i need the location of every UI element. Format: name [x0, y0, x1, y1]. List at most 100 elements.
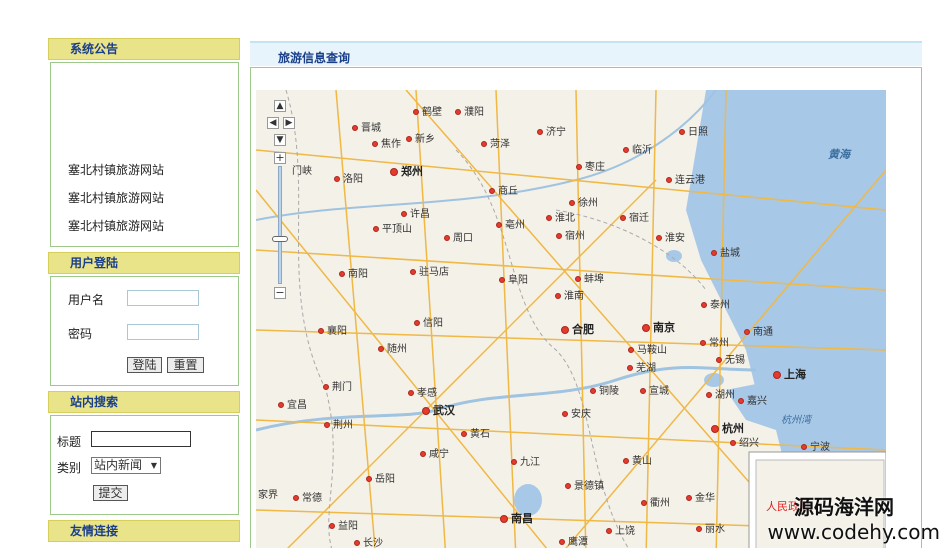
city-label: 菏泽: [481, 135, 510, 150]
city-label: 焦作: [372, 135, 401, 150]
city-label: 晋城: [352, 119, 381, 134]
submit-button[interactable]: 提交: [93, 485, 128, 501]
pan-left-icon[interactable]: ◀: [267, 117, 279, 129]
city-label: 常德: [293, 489, 322, 504]
city-label: 蚌埠: [575, 270, 604, 285]
watermark-line1: 源码海洋网: [794, 495, 894, 519]
watermark-line2: www.codehy.com: [767, 520, 940, 544]
city-label: 岳阳: [366, 470, 395, 485]
username-input[interactable]: [127, 290, 199, 306]
city-label: 武汉: [422, 402, 455, 418]
map-view[interactable]: 鹤壁 濮阳 晋城 新乡 焦作 菏泽 济宁 日照 门峡 洛阳 郑州 枣庄 临沂 商…: [256, 90, 886, 548]
search-title-input[interactable]: [91, 431, 191, 447]
city-label: 驻马店: [410, 263, 449, 278]
notice-panel: 塞北村镇旅游网站 塞北村镇旅游网站 塞北村镇旅游网站: [50, 62, 239, 247]
city-label: 南京: [642, 319, 675, 335]
city-label: 淮南: [555, 287, 584, 302]
city-label: 亳州: [496, 216, 525, 231]
city-label: 南阳: [339, 265, 368, 280]
zoom-out-icon[interactable]: −: [274, 287, 286, 299]
search-category-label: 类别: [57, 461, 82, 475]
city-label: 湖州: [706, 386, 735, 401]
city-label: 黄石: [461, 425, 490, 440]
city-label: 九江: [511, 453, 540, 468]
city-label: 无锡: [716, 351, 745, 366]
city-label: 盐城: [711, 244, 740, 259]
page: 系统公告 塞北村镇旅游网站 塞北村镇旅游网站 塞北村镇旅游网站 用户登陆 用户名…: [0, 0, 944, 548]
city-label: 孝感: [408, 384, 437, 399]
city-label: 门峡: [292, 166, 312, 177]
password-label: 密码: [68, 327, 93, 341]
city-label: 泰州: [701, 296, 730, 311]
notice-item[interactable]: 塞北村镇旅游网站: [68, 184, 238, 212]
sidebar: 系统公告 塞北村镇旅游网站 塞北村镇旅游网站 塞北村镇旅游网站 用户登陆 用户名…: [48, 38, 240, 542]
city-label: 郑州: [390, 163, 423, 179]
city-label: 常州: [700, 334, 729, 349]
city-label: 宿迁: [620, 209, 649, 224]
login-header: 用户登陆: [48, 252, 240, 274]
city-label: 洛阳: [334, 170, 363, 185]
city-label: 济宁: [537, 123, 566, 138]
city-label: 家界: [258, 490, 278, 501]
pan-down-icon[interactable]: ▼: [274, 134, 286, 146]
city-label: 长沙: [354, 534, 383, 548]
category-select[interactable]: 站内新闻 ▼: [91, 457, 161, 474]
reset-button[interactable]: 重置: [167, 357, 204, 373]
city-label: 南通: [744, 323, 773, 338]
notice-header: 系统公告: [48, 38, 240, 60]
city-label: 宁波: [801, 438, 830, 453]
notice-item[interactable]: 塞北村镇旅游网站: [68, 212, 238, 240]
search-title-label: 标题: [57, 435, 82, 449]
zoom-slider-handle[interactable]: [272, 236, 288, 242]
watermark: 源码海洋网 www.codehy.com: [767, 491, 940, 544]
city-label: 平顶山: [373, 220, 412, 235]
notice-item[interactable]: 塞北村镇旅游网站: [68, 156, 238, 184]
zoom-in-icon[interactable]: +: [274, 152, 286, 164]
bay-label: 杭州湾: [781, 415, 811, 426]
city-label: 南昌: [500, 510, 533, 526]
city-label: 濮阳: [455, 103, 484, 118]
city-label: 铜陵: [590, 382, 619, 397]
city-label: 商丘: [489, 182, 518, 197]
zoom-slider-track[interactable]: [278, 166, 282, 284]
city-label: 阜阳: [499, 271, 528, 286]
login-panel: 用户名 密码 登陆 重置: [50, 276, 239, 386]
city-label: 上海: [773, 366, 806, 382]
city-label: 淮北: [546, 209, 575, 224]
city-label: 随州: [378, 340, 407, 355]
main-header: 旅游信息查询: [250, 41, 922, 66]
city-label: 襄阳: [318, 322, 347, 337]
city-label: 临沂: [623, 141, 652, 156]
city-label: 丽水: [696, 520, 725, 535]
city-label: 景德镇: [565, 477, 604, 492]
city-label: 荆门: [323, 378, 352, 393]
city-label: 荆州: [324, 416, 353, 431]
password-input[interactable]: [127, 324, 199, 340]
city-label: 咸宁: [420, 445, 449, 460]
city-label: 徐州: [569, 194, 598, 209]
city-label: 合肥: [561, 321, 594, 337]
city-label: 马鞍山: [628, 341, 667, 356]
login-button[interactable]: 登陆: [127, 357, 162, 373]
sea-label: 黄海: [828, 148, 850, 161]
city-label: 宜昌: [278, 396, 307, 411]
city-label: 益阳: [329, 517, 358, 532]
links-header: 友情连接: [48, 520, 240, 542]
search-header: 站内搜索: [48, 391, 240, 413]
category-select-value: 站内新闻: [94, 458, 143, 472]
page-title: 旅游信息查询: [278, 51, 351, 65]
city-label: 安庆: [562, 405, 591, 420]
search-panel: 标题 类别 站内新闻 ▼ 提交: [50, 415, 239, 515]
city-label: 衢州: [641, 494, 670, 509]
city-label: 宣城: [640, 382, 669, 397]
city-label: 新乡: [406, 130, 435, 145]
pan-up-icon[interactable]: ▲: [274, 100, 286, 112]
pan-right-icon[interactable]: ▶: [283, 117, 295, 129]
city-label: 连云港: [666, 171, 705, 186]
city-label: 上饶: [606, 522, 635, 537]
chevron-down-icon: ▼: [150, 461, 157, 470]
city-label: 鹰潭: [559, 533, 588, 548]
username-label: 用户名: [68, 293, 105, 307]
city-label: 绍兴: [730, 434, 759, 449]
city-label: 信阳: [414, 314, 443, 329]
